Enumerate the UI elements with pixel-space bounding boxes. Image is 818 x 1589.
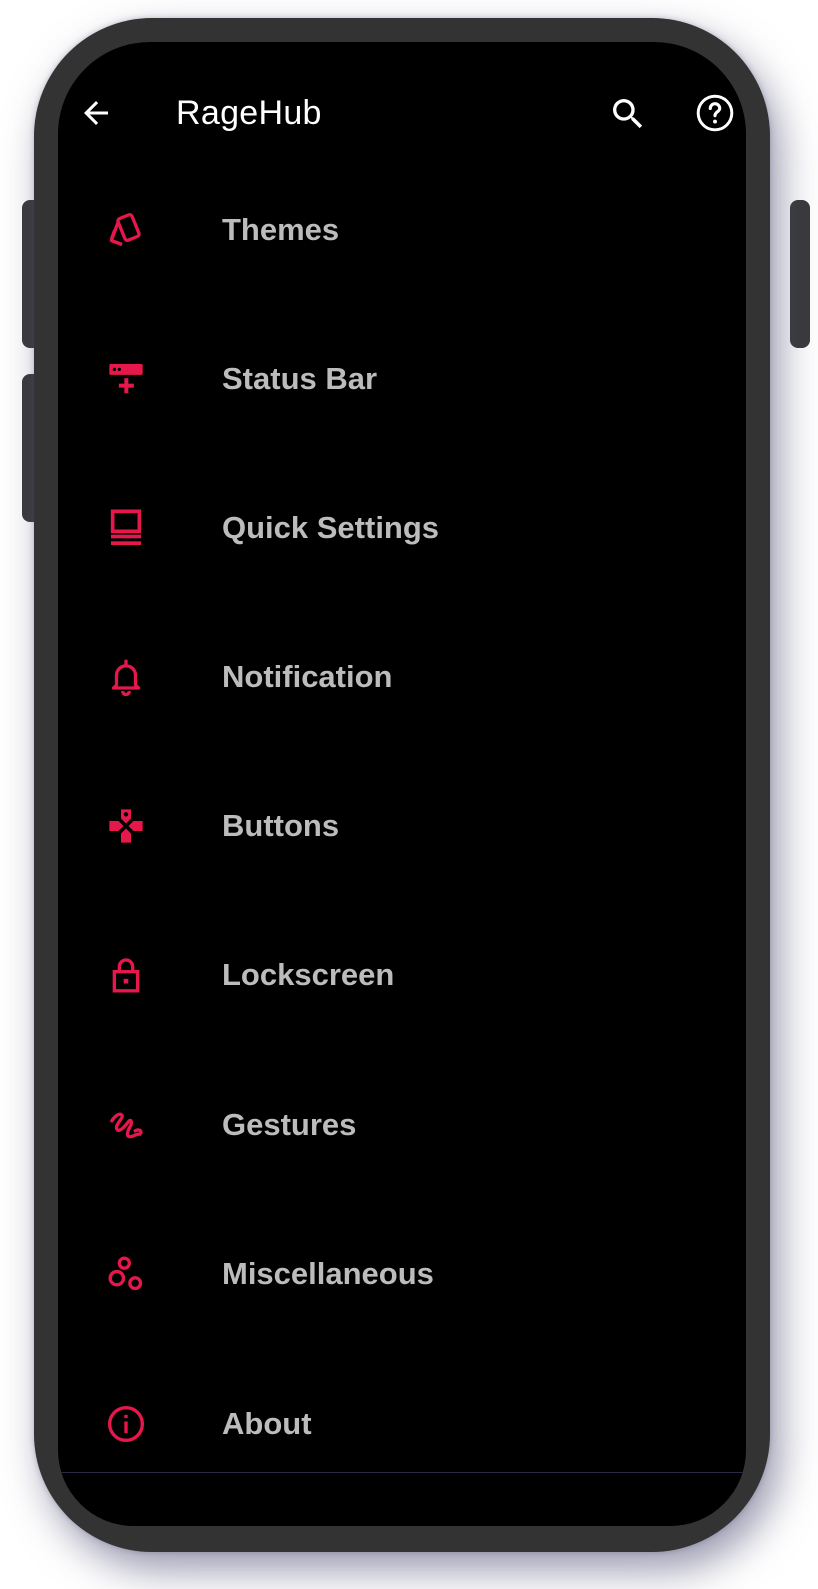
menu-item-label: Lockscreen [222, 957, 395, 992]
arrow-back-icon[interactable] [78, 95, 114, 131]
search-icon[interactable] [608, 94, 648, 134]
phone-screen: RageHub Themes Status Bar Quick Settings… [58, 42, 746, 1526]
menu-item-status-bar[interactable]: Status Bar [58, 304, 746, 454]
quick-settings-panel-icon [106, 508, 146, 548]
app-bar: RageHub [58, 78, 746, 148]
menu-item-label: Buttons [222, 808, 340, 843]
app-title: RageHub [176, 94, 322, 132]
menu-item-lockscreen[interactable]: Lockscreen [58, 900, 746, 1050]
menu-item-label: About [222, 1406, 312, 1441]
menu-item-notification[interactable]: Notification [58, 602, 746, 752]
info-icon [106, 1404, 146, 1444]
menu-item-miscellaneous[interactable]: Miscellaneous [58, 1199, 746, 1349]
status-bar-add-icon [106, 359, 146, 399]
gesture-icon [106, 1105, 146, 1145]
menu-item-label: Themes [222, 212, 340, 247]
menu-item-label: Gestures [222, 1107, 357, 1142]
cards-icon [106, 210, 146, 250]
bell-icon [106, 657, 146, 697]
gamepad-icon [106, 806, 146, 846]
help-circle-icon[interactable] [694, 92, 736, 134]
menu-item-gestures[interactable]: Gestures [58, 1050, 746, 1200]
menu-item-label: Quick Settings [222, 510, 440, 545]
device-mockup: RageHub Themes Status Bar Quick Settings… [0, 0, 818, 1589]
navigation-bar [58, 1472, 746, 1526]
menu-item-label: Notification [222, 659, 393, 694]
menu-item-label: Miscellaneous [222, 1256, 434, 1291]
power-button [790, 200, 810, 348]
menu-item-themes[interactable]: Themes [58, 155, 746, 305]
menu-item-buttons[interactable]: Buttons [58, 751, 746, 901]
bubbles-icon [106, 1254, 146, 1294]
lock-icon [106, 955, 146, 995]
menu-item-label: Status Bar [222, 361, 378, 396]
menu-item-quick-settings[interactable]: Quick Settings [58, 453, 746, 603]
